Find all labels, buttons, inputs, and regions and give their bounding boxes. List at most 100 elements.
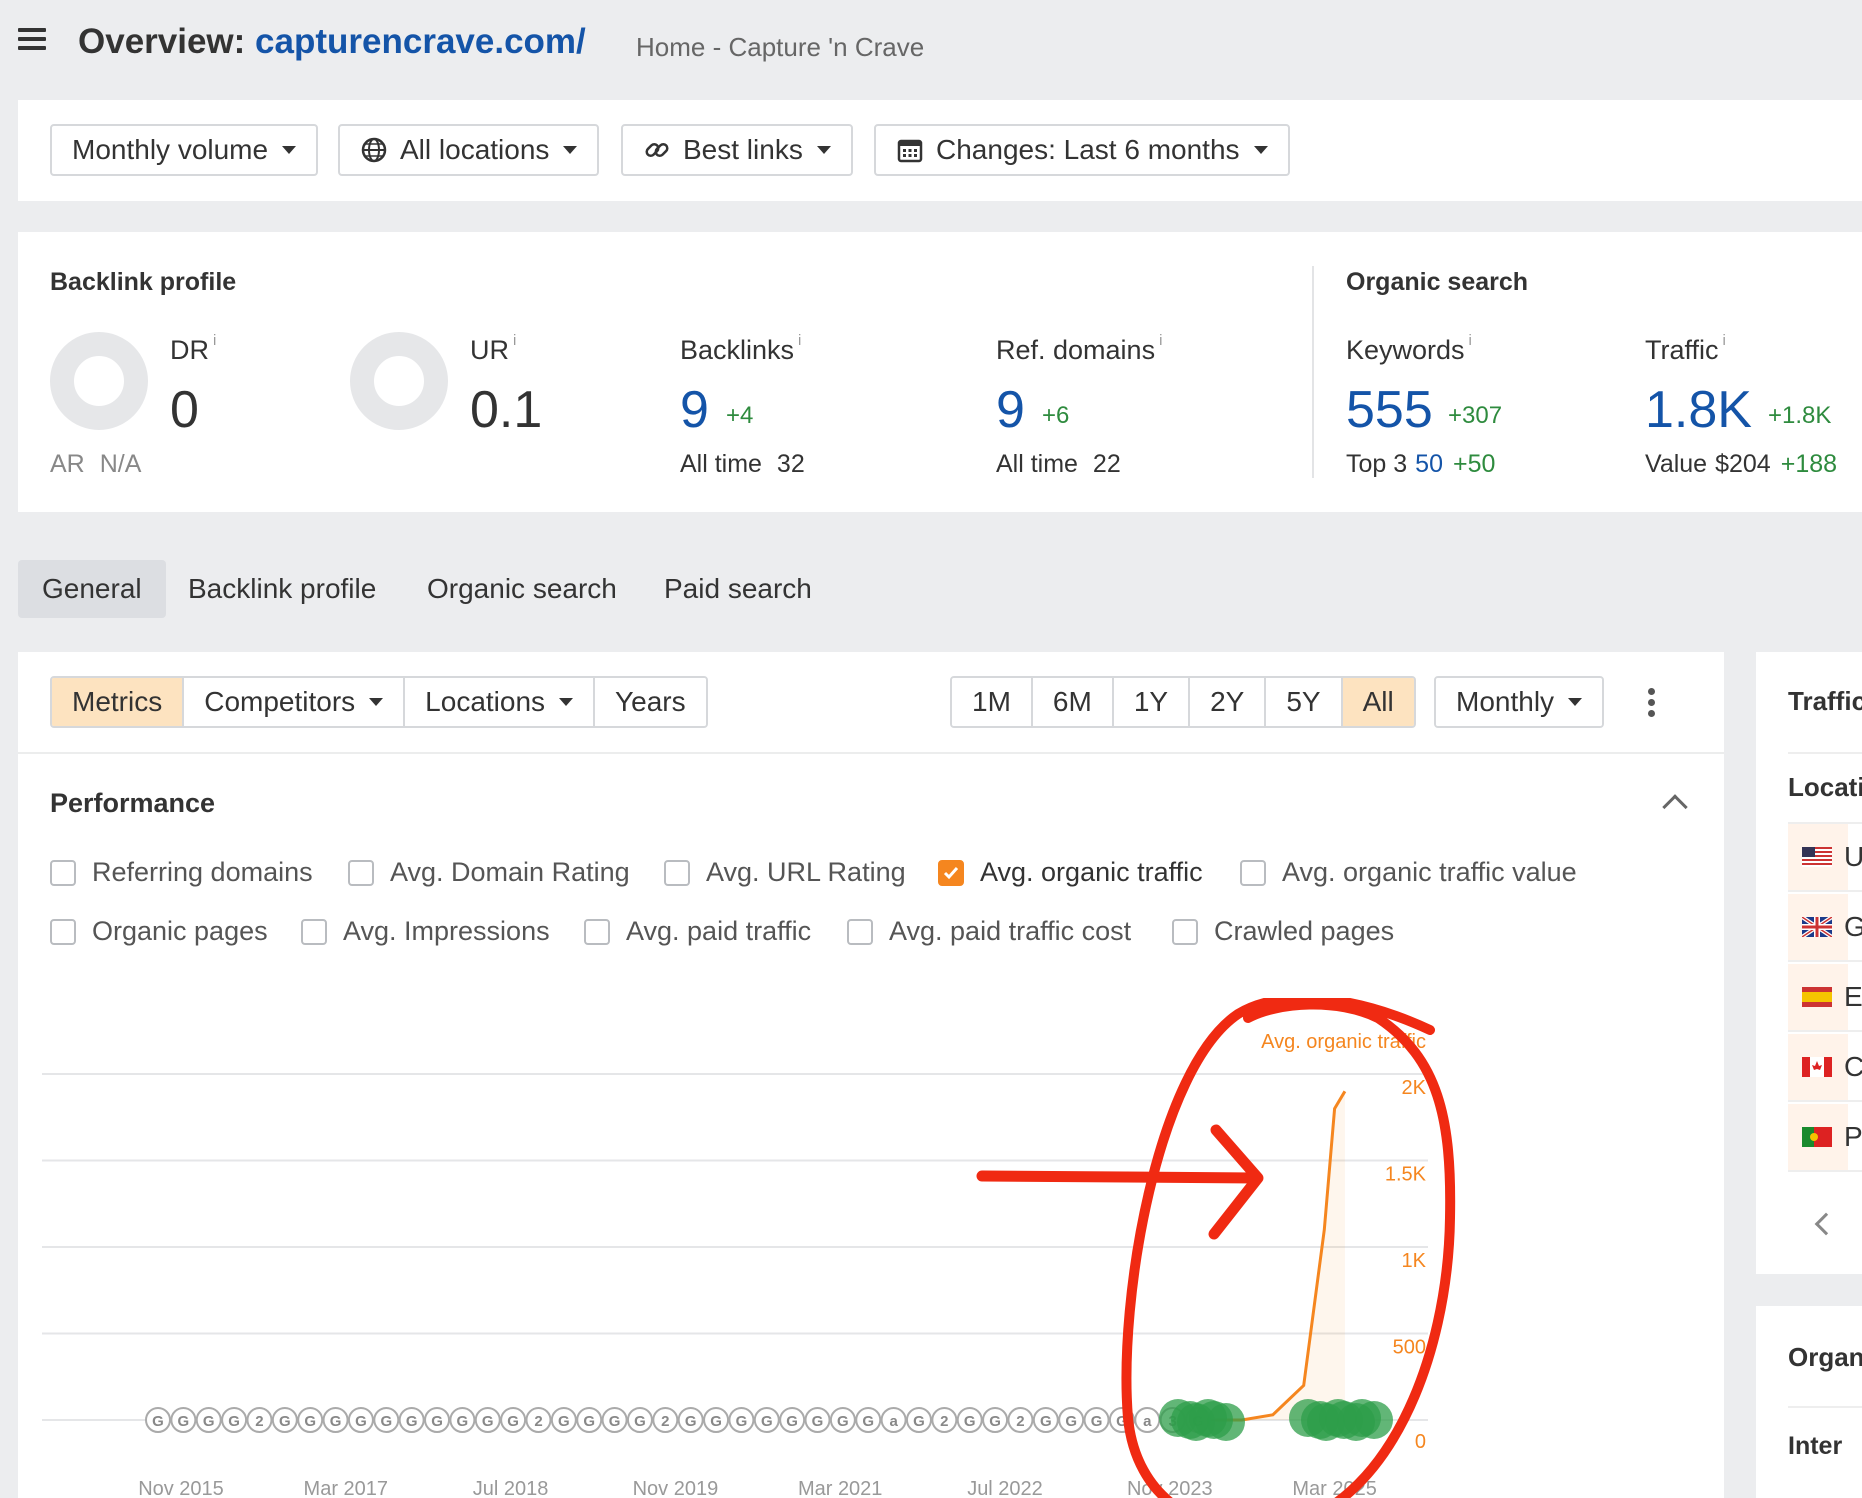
backlinks-value[interactable]: 9 xyxy=(680,380,709,440)
annotation-marker-label: G xyxy=(507,1413,519,1430)
chevron-left-icon[interactable] xyxy=(1814,1212,1838,1236)
checkbox-box[interactable] xyxy=(50,918,76,945)
changes-dropdown[interactable]: Changes: Last 6 months xyxy=(874,124,1290,176)
annotation-marker-label: a xyxy=(889,1413,898,1430)
links-dropdown[interactable]: Best links xyxy=(621,124,853,176)
info-icon[interactable]: i xyxy=(513,332,516,349)
info-icon[interactable]: i xyxy=(1469,332,1472,349)
range-2y[interactable]: 2Y xyxy=(1190,678,1267,726)
country-row-pt[interactable]: P xyxy=(1788,1104,1862,1172)
backlinks-alltime: All time 32 xyxy=(680,450,805,479)
tab-organic-search[interactable]: Organic search xyxy=(403,560,641,618)
range-6m[interactable]: 6M xyxy=(1032,678,1114,726)
overview-metrics: Backlink profile DR i 0 AR N/A UR i 0.1 Ba… xyxy=(18,232,1862,512)
ref-domains-alltime: All time 22 xyxy=(996,450,1121,479)
checkbox-referring-domains[interactable]: Referring domains xyxy=(50,857,313,888)
info-icon[interactable]: i xyxy=(798,332,801,349)
checkbox-box[interactable] xyxy=(584,918,610,945)
interval-dropdown[interactable]: Monthly xyxy=(1434,676,1605,728)
traffic-value[interactable]: 1.8K xyxy=(1645,380,1752,440)
checkbox-box[interactable] xyxy=(664,859,690,886)
annotation-marker-label: G xyxy=(380,1413,392,1430)
ur-label[interactable]: UR i xyxy=(470,332,516,366)
traffic-label[interactable]: Traffic i xyxy=(1645,332,1726,366)
metrics-tab[interactable]: Metrics xyxy=(52,678,185,726)
backlinks-label[interactable]: Backlinks i xyxy=(680,332,801,366)
checkbox-avg-domain-rating[interactable]: Avg. Domain Rating xyxy=(348,857,630,888)
title-prefix: Overview: xyxy=(78,22,246,61)
checkbox-box[interactable] xyxy=(348,859,374,886)
years-tab[interactable]: Years xyxy=(595,678,706,726)
chart-locations-dropdown[interactable]: Locations xyxy=(405,678,596,726)
backlinks-label-text: Backlinks xyxy=(680,335,795,365)
filter-bar: Monthly volume All locations Best links … xyxy=(18,100,1862,201)
side-organic-heading: Organ xyxy=(1788,1342,1862,1372)
checkbox-label: Crawled pages xyxy=(1214,916,1395,946)
annotation-marker-label: G xyxy=(812,1413,824,1430)
checkbox-avg-organic-traffic[interactable]: Avg. organic traffic xyxy=(938,857,1203,888)
links-dropdown-label: Best links xyxy=(683,134,803,165)
volume-dropdown[interactable]: Monthly volume xyxy=(50,124,319,176)
checkbox-box[interactable] xyxy=(50,859,76,886)
locations-dropdown-label: All locations xyxy=(400,134,550,165)
range-1y[interactable]: 1Y xyxy=(1113,678,1191,726)
country-row-us[interactable]: U xyxy=(1788,824,1862,892)
checkbox-avg-url-rating[interactable]: Avg. URL Rating xyxy=(664,857,906,888)
y-tick-label: 1K xyxy=(1402,1250,1427,1272)
annotation-marker-label: a xyxy=(1143,1413,1152,1430)
country-row-gb[interactable]: G xyxy=(1788,894,1862,962)
annotation-marker-label: G xyxy=(152,1413,164,1430)
annotation-marker-label: G xyxy=(482,1413,494,1430)
ref-domains-label[interactable]: Ref. domains i xyxy=(996,332,1162,366)
dr-label[interactable]: DR i xyxy=(170,332,216,366)
ar-label: AR xyxy=(50,450,85,478)
checkbox-avg-paid-traffic-cost[interactable]: Avg. paid traffic cost xyxy=(847,916,1131,947)
info-icon[interactable]: i xyxy=(1159,332,1162,349)
caret-down-icon xyxy=(1253,146,1268,154)
tab-paid-search[interactable]: Paid search xyxy=(640,560,836,618)
checkbox-box[interactable] xyxy=(1240,859,1266,886)
ref-domains-value[interactable]: 9 xyxy=(996,380,1025,440)
more-options-icon[interactable] xyxy=(1648,688,1656,718)
keywords-label[interactable]: Keywords i xyxy=(1346,332,1472,366)
card-divider xyxy=(18,752,1724,754)
menu-icon[interactable] xyxy=(18,28,46,52)
range-1m[interactable]: 1M xyxy=(952,678,1033,726)
competitors-dropdown[interactable]: Competitors xyxy=(184,678,406,726)
checkbox-box[interactable] xyxy=(301,918,327,945)
checkbox-crawled-pages[interactable]: Crawled pages xyxy=(1172,916,1394,947)
country-row-ca[interactable]: C xyxy=(1788,1034,1862,1102)
range-5y[interactable]: 5Y xyxy=(1266,678,1343,726)
checkbox-avg-organic-traffic-value[interactable]: Avg. organic traffic value xyxy=(1240,857,1577,888)
keywords-value[interactable]: 555 xyxy=(1346,380,1433,440)
tab-general[interactable]: General xyxy=(18,560,166,618)
locations-dropdown[interactable]: All locations xyxy=(338,124,600,176)
top3-value[interactable]: 50 xyxy=(1415,450,1443,478)
ar-value: N/A xyxy=(99,450,142,478)
annotation-marker-label: G xyxy=(203,1413,215,1430)
calendar-icon xyxy=(896,136,924,164)
page-title: Overview: capturencrave.com/ xyxy=(78,22,586,62)
tab-backlink-profile[interactable]: Backlink profile xyxy=(164,560,400,618)
checkbox-box[interactable] xyxy=(1172,918,1198,945)
annotation-marker-label: G xyxy=(964,1413,976,1430)
checkmark-icon[interactable] xyxy=(938,859,964,886)
range-all[interactable]: All xyxy=(1342,678,1414,726)
caret-down-icon xyxy=(369,698,384,706)
country-name: U xyxy=(1844,841,1862,872)
annotation-marker-label: G xyxy=(457,1413,469,1430)
target-url[interactable]: capturencrave.com/ xyxy=(255,22,586,61)
checkbox-box[interactable] xyxy=(847,918,873,945)
ref-domains-label-text: Ref. domains xyxy=(996,335,1156,365)
checkbox-organic-pages[interactable]: Organic pages xyxy=(50,916,268,947)
country-row-es[interactable]: E xyxy=(1788,964,1862,1032)
checkbox-avg-paid-traffic[interactable]: Avg. paid traffic xyxy=(584,916,811,947)
chevron-up-icon[interactable] xyxy=(1662,794,1688,820)
performance-heading: Performance xyxy=(50,788,216,818)
info-icon[interactable]: i xyxy=(213,332,216,349)
info-icon[interactable]: i xyxy=(1723,332,1726,349)
checkbox-avg-impressions[interactable]: Avg. Impressions xyxy=(301,916,550,947)
annotation-marker-label: G xyxy=(406,1413,418,1430)
volume-dropdown-label: Monthly volume xyxy=(72,134,269,165)
interval-dropdown-button[interactable]: Monthly xyxy=(1436,678,1603,726)
